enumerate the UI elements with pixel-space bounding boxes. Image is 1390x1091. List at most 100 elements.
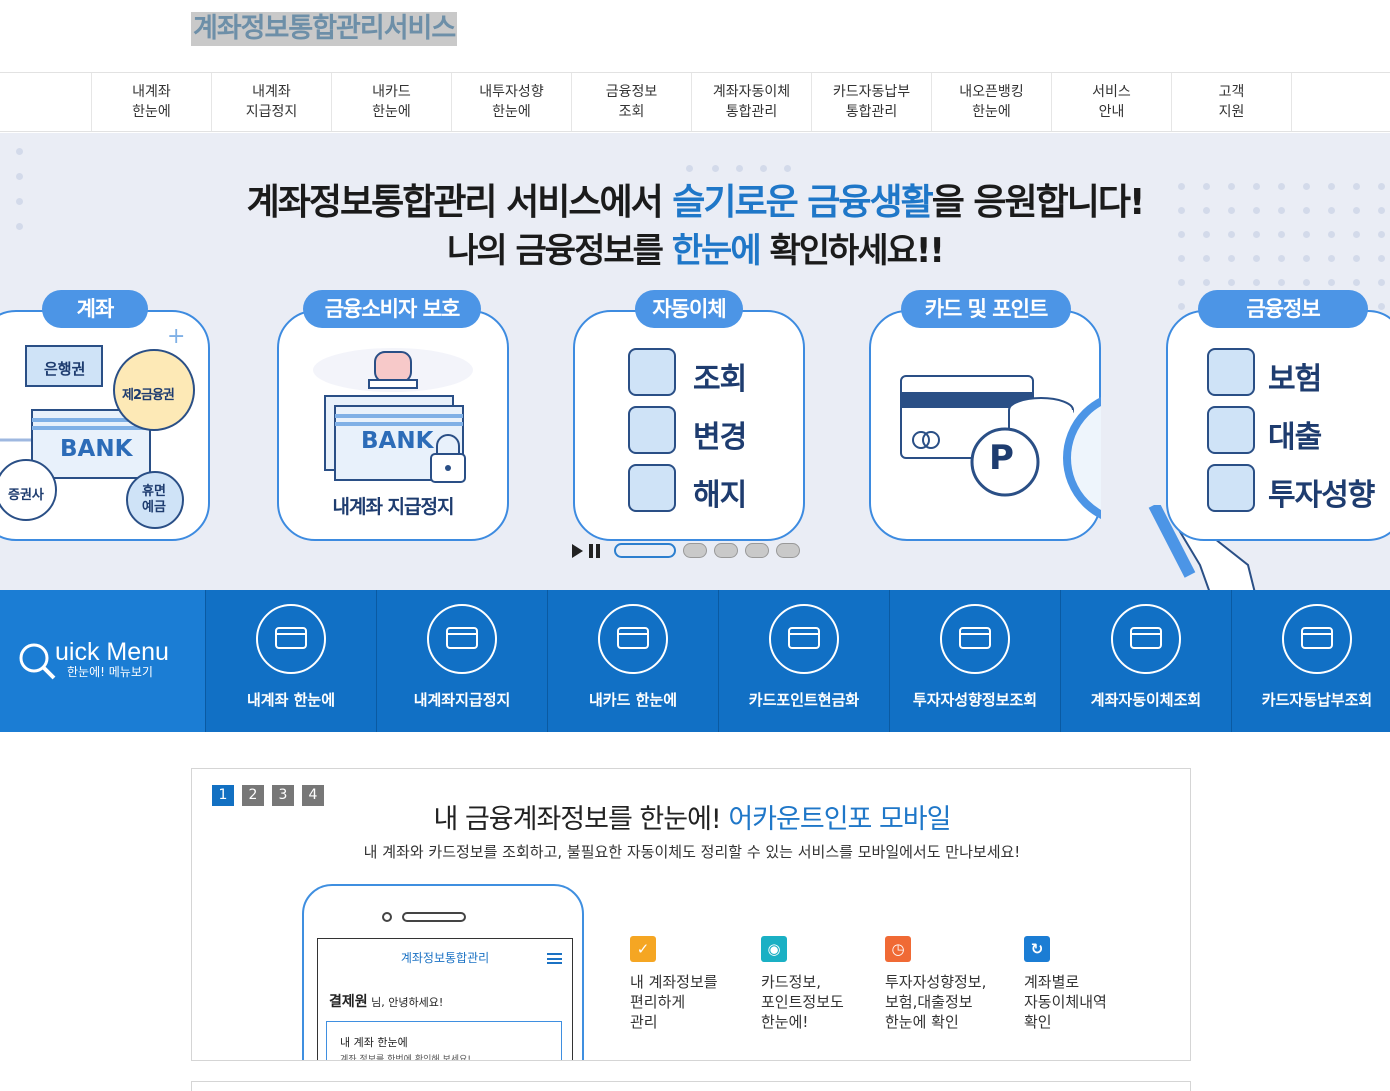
hero-headline-highlight: 슬기로운 금융생활 bbox=[672, 182, 933, 223]
card-account[interactable]: + 은행권 제2금융권 BANK 증권사 휴면 예금 bbox=[0, 310, 210, 541]
promo-feature-text: 투자자성향정보, 보험,대출정보 한눈에 확인 bbox=[885, 973, 987, 1031]
label-investment: 투자성향 bbox=[1268, 478, 1375, 513]
quick-menu-label: 카드포인트현금화 bbox=[748, 691, 860, 709]
phone-screen-title: 계좌정보통합관리 bbox=[400, 951, 490, 965]
quick-menu-item[interactable]: 내계좌 한눈에 bbox=[205, 590, 376, 732]
quick-menu-item[interactable]: 계좌자동이체조회 bbox=[1060, 590, 1231, 732]
main-navigation-items: 내계좌 한눈에 내계좌 지급정지 내카드 한눈에 내투자성향 한눈에 금융정보 조회 계좌… bbox=[91, 73, 1292, 131]
gnb-item[interactable]: 카드자동납부 통합관리 bbox=[812, 73, 932, 131]
refresh-icon: ↻ bbox=[1024, 936, 1050, 962]
phone-mockup: 계좌정보통합관리 결제원 님, 안녕하세요! 내 계좌 한눈에 계좌 정보를 한… bbox=[302, 884, 584, 1060]
piggy-bank-icon bbox=[628, 464, 676, 512]
hero-banner: 계좌정보통합관리 서비스에서 슬기로운 금융생활을 응원합니다! 나의 금융정보… bbox=[0, 133, 1390, 590]
bank-icon bbox=[256, 604, 326, 674]
quick-menu-label: 카드자동납부조회 bbox=[1261, 691, 1373, 709]
label-securities: 증권사 bbox=[8, 488, 44, 503]
site-title[interactable]: 계좌정보통합관리서비스 bbox=[191, 12, 458, 46]
pause-icon[interactable] bbox=[589, 543, 600, 558]
gnb-item[interactable]: 계좌자동이체 통합관리 bbox=[692, 73, 812, 131]
slider-page-dot[interactable] bbox=[776, 543, 800, 558]
card-auto-transfer[interactable]: 조회 변경 해지 bbox=[573, 310, 805, 541]
slider-pagination bbox=[614, 543, 800, 558]
promo-feature-text: 카드정보, 포인트정보도 한눈에! bbox=[761, 973, 844, 1031]
label-insurance: 보험 bbox=[1268, 362, 1322, 397]
gnb-item[interactable]: 서비스 안내 bbox=[1052, 73, 1172, 131]
card-tab-financial-info[interactable]: 금융정보 bbox=[1198, 290, 1368, 328]
gnb-item[interactable]: 내계좌 한눈에 bbox=[92, 73, 212, 131]
phone-screen: 계좌정보통합관리 결제원 님, 안녕하세요! 내 계좌 한눈에 계좌 정보를 한… bbox=[317, 938, 573, 1060]
quick-menu-header: uick Menu 한눈에! 메뉴보기 bbox=[0, 590, 205, 732]
next-section-box bbox=[191, 1081, 1191, 1091]
hamburger-menu-icon bbox=[547, 953, 562, 964]
quick-menu-item[interactable]: 내계좌지급정지 bbox=[376, 590, 547, 732]
label-bank-sector: 은행권 bbox=[44, 360, 86, 378]
slider-controls bbox=[572, 543, 800, 558]
promo-title-text: 내 금융계좌정보를 한눈에! bbox=[433, 804, 729, 835]
auto-transfer-icon bbox=[1111, 604, 1181, 674]
phone-box-title: 내 계좌 한눈에 bbox=[340, 1036, 408, 1049]
quick-menu: uick Menu 한눈에! 메뉴보기 내계좌 한눈에 내계좌지급정지 내카드 한눈… bbox=[0, 590, 1390, 732]
decor-dot bbox=[16, 148, 23, 155]
card-tab-account[interactable]: 계좌 bbox=[42, 290, 148, 328]
quick-menu-item[interactable]: 투자자성향정보조회 bbox=[889, 590, 1060, 732]
promo-description: 내 계좌와 카드정보를 조회하고, 불필요한 자동이체도 정리할 수 있는 서비… bbox=[363, 843, 1021, 861]
card-hand-icon bbox=[598, 604, 668, 674]
promo-title: 내 금융계좌정보를 한눈에! 어카운트인포 모바일 bbox=[192, 797, 1190, 836]
play-icon[interactable] bbox=[572, 543, 583, 558]
quick-menu-label: 내계좌지급정지 bbox=[413, 691, 511, 709]
label-bank: BANK bbox=[60, 436, 133, 462]
hero-headline-text: 계좌정보통합관리 서비스에서 bbox=[246, 182, 673, 223]
decor-dot bbox=[1378, 303, 1385, 310]
quick-menu-label: 계좌자동이체조회 bbox=[1090, 691, 1202, 709]
loan-icon bbox=[1207, 406, 1255, 454]
decor-dot bbox=[1353, 279, 1360, 286]
gnb-item[interactable]: 내계좌 지급정지 bbox=[212, 73, 332, 131]
phone-username: 결제원 bbox=[329, 994, 368, 1010]
card-search-icon bbox=[1282, 604, 1352, 674]
hero-subheadline-text: 나의 금융정보를 bbox=[447, 231, 672, 271]
label-bank: BANK bbox=[361, 428, 434, 454]
label-loan: 대출 bbox=[1268, 420, 1322, 455]
phone-account-box: 내 계좌 한눈에 계좌 정보를 한번에 확인해 보세요! bbox=[326, 1021, 562, 1060]
promo-feature: ↻ 계좌별로 자동이체내역 확인 bbox=[1024, 936, 1107, 1032]
card-tab-card-points[interactable]: 카드 및 포인트 bbox=[901, 290, 1071, 328]
label-change: 변경 bbox=[693, 420, 747, 455]
decor-dot bbox=[1178, 303, 1185, 310]
gnb-item[interactable]: 고객 지원 bbox=[1172, 73, 1292, 131]
phone-camera bbox=[382, 912, 392, 922]
label-account-suspension: 내계좌 지급정지 bbox=[332, 496, 455, 518]
card-tab-auto-transfer[interactable]: 자동이체 bbox=[635, 290, 743, 328]
quick-menu-item[interactable]: 카드자동납부조회 bbox=[1231, 590, 1390, 732]
promo-feature: ◉ 카드정보, 포인트정보도 한눈에! bbox=[761, 936, 844, 1032]
change-icon bbox=[628, 406, 676, 454]
decor-dot bbox=[1203, 279, 1210, 286]
decor-dot bbox=[1328, 279, 1335, 286]
promo-feature-text: 계좌별로 자동이체내역 확인 bbox=[1024, 973, 1107, 1031]
label-inquiry: 조회 bbox=[693, 362, 747, 397]
decor-dot bbox=[686, 165, 693, 172]
mobile-promo: 1234 내 금융계좌정보를 한눈에! 어카운트인포 모바일 내 계좌와 카드정… bbox=[191, 768, 1191, 1061]
phone-greeting-text: 님, 안녕하세요! bbox=[367, 996, 444, 1009]
slider-page-dot[interactable] bbox=[714, 543, 738, 558]
quick-menu-item[interactable]: 내카드 한눈에 bbox=[547, 590, 718, 732]
gnb-item[interactable]: 금융정보 조회 bbox=[572, 73, 692, 131]
decor-dot bbox=[1178, 279, 1185, 286]
slider-page-dot[interactable] bbox=[614, 543, 676, 558]
gnb-item[interactable]: 내오픈뱅킹 한눈에 bbox=[932, 73, 1052, 131]
decor-dot bbox=[712, 165, 719, 172]
gnb-item[interactable]: 내카드 한눈에 bbox=[332, 73, 452, 131]
card-card-points[interactable]: P bbox=[869, 310, 1101, 541]
gnb-item[interactable]: 내투자성향 한눈에 bbox=[452, 73, 572, 131]
decor-dot bbox=[1303, 279, 1310, 286]
slider-page-dot[interactable] bbox=[683, 543, 707, 558]
card-tab-consumer-protection[interactable]: 금융소비자 보호 bbox=[303, 290, 481, 328]
inquiry-icon bbox=[628, 348, 676, 396]
hero-headline: 계좌정보통합관리 서비스에서 슬기로운 금융생활을 응원합니다! bbox=[0, 173, 1390, 225]
svg-text:+: + bbox=[167, 324, 185, 349]
eye-icon: ◉ bbox=[761, 936, 787, 962]
card-consumer-protection[interactable]: BANK 내계좌 지급정지 bbox=[277, 310, 509, 541]
quick-menu-item[interactable]: 카드포인트현금화 bbox=[718, 590, 889, 732]
card-financial-info[interactable]: 보험 대출 투자성향 bbox=[1166, 310, 1390, 541]
slider-page-dot[interactable] bbox=[745, 543, 769, 558]
decor-dot bbox=[1278, 279, 1285, 286]
